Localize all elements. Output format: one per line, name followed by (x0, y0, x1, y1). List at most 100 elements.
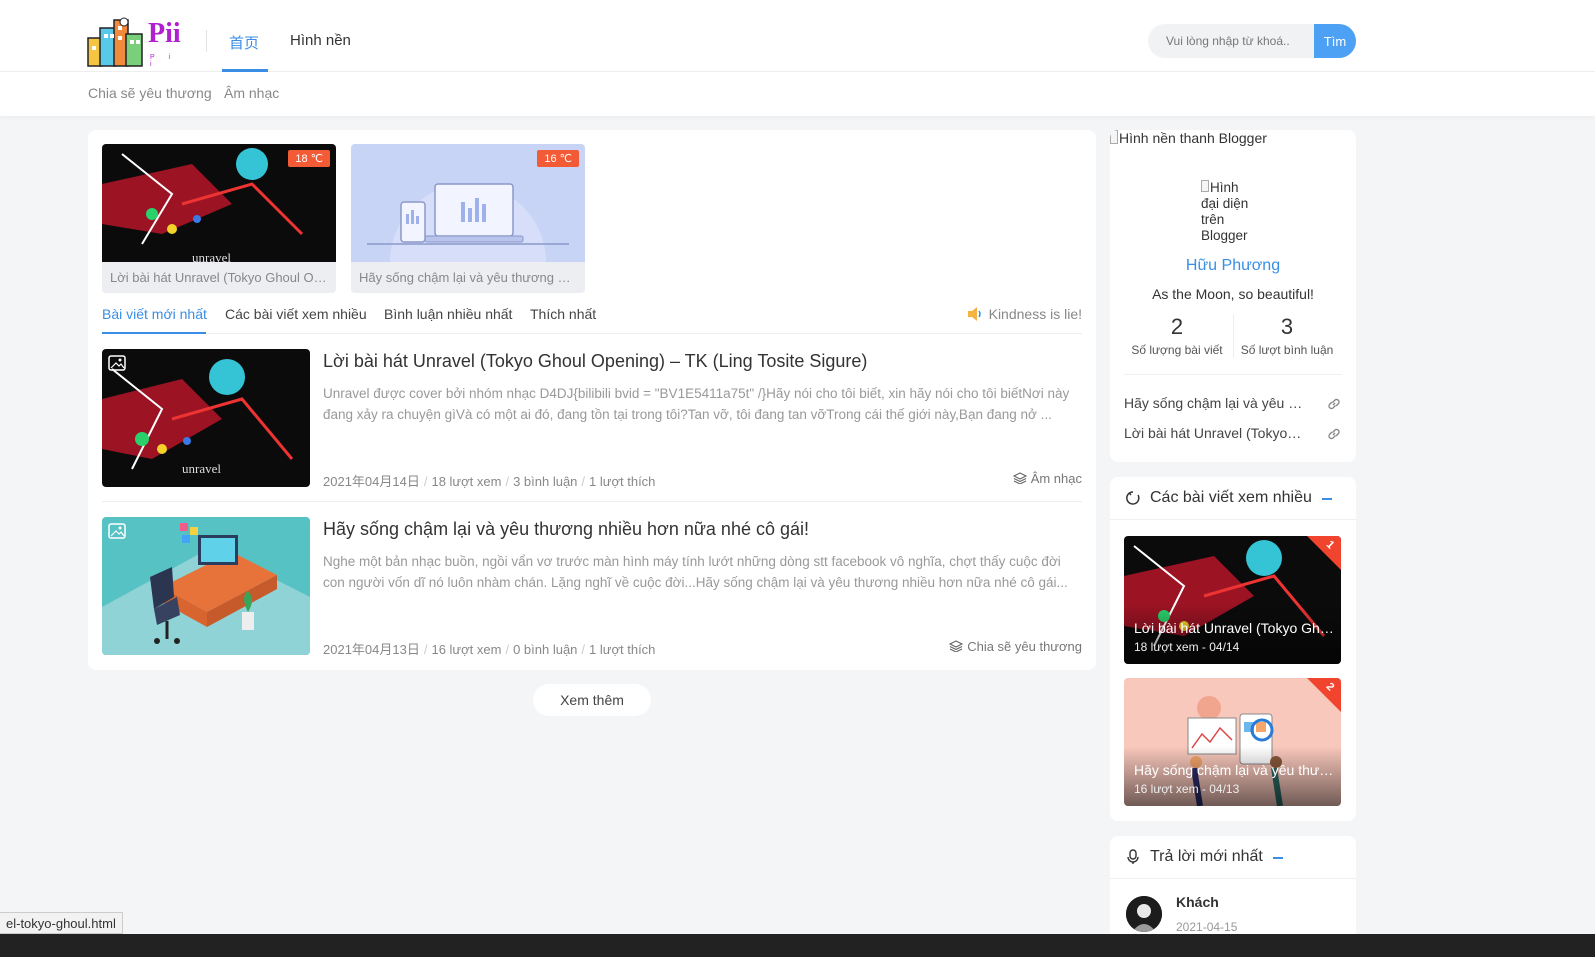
broken-image-icon (1201, 180, 1209, 192)
announcement: Kindness is lie! (967, 306, 1082, 322)
category-share-love[interactable]: Chia sẽ yêu thương (88, 85, 212, 101)
featured-post-2[interactable]: 16 ℃ Hãy sống chậm lại và yêu thương nhi… (351, 144, 585, 293)
stat-posts-value: 2 (1170, 314, 1184, 339)
post-category[interactable]: Chia sẽ yêu thương (949, 639, 1082, 654)
profile-banner-image: Hình nền thanh Blogger (1110, 130, 1267, 146)
layers-icon (949, 640, 964, 652)
featured-caption: Hãy sống chậm lại và yêu thương nhiều hơ… (351, 262, 585, 293)
post-category[interactable]: Âm nhạc (1012, 471, 1082, 486)
taskbar (0, 934, 1595, 957)
stat-comments-value: 3 (1280, 314, 1294, 339)
layers-icon (1012, 472, 1027, 484)
post-thumbnail[interactable]: unravel (102, 349, 310, 487)
stat-posts: 2 Số lượng bài viết (1116, 314, 1238, 357)
post-date: 2021年04月14日 (323, 474, 420, 489)
profile-post-link-text: Lời bài hát Unravel (Tokyo Ghoul Opening… (1124, 425, 1304, 441)
category-music[interactable]: Âm nhạc (224, 85, 279, 101)
author-name[interactable]: Hữu Phương (1110, 257, 1356, 275)
popular-item-title: Lời bài hát Unravel (Tokyo Ghoul Opening… (1134, 620, 1334, 636)
post-title[interactable]: Lời bài hát Unravel (Tokyo Ghoul Opening… (323, 351, 867, 372)
speaker-icon (967, 307, 981, 321)
fire-icon (1126, 491, 1140, 505)
link-icon (1328, 398, 1340, 410)
tab-most-commented[interactable]: Bình luận nhiều nhất (384, 306, 512, 322)
profile-post-link[interactable]: Lời bài hát Unravel (Tokyo Ghoul Opening… (1124, 425, 1342, 444)
site-logo[interactable]: Pii P i i (86, 16, 190, 68)
post-meta: 2021年04月14日/18 lượt xem/3 bình luận/1 lư… (323, 474, 656, 489)
post-excerpt: Unravel được cover bởi nhóm nhạc D4DJ{bi… (323, 386, 1070, 422)
logo-text: Pii (148, 18, 181, 49)
profile-post-link[interactable]: Hãy sống chậm lại và yêu thương nhiều hơ… (1124, 395, 1342, 414)
logo-buildings-icon (87, 17, 143, 67)
replies-title: Trả lời mới nhất (1150, 848, 1263, 865)
stat-comments-label: Số lượt bình luận (1240, 343, 1334, 357)
popular-item-title: Hãy sống chậm lại và yêu thương nhiều hơ… (1134, 762, 1334, 778)
post-separator (102, 501, 1082, 502)
post-meta: 2021年04月13日/16 lượt xem/0 bình luận/1 lư… (323, 642, 656, 657)
search-input[interactable] (1148, 24, 1314, 58)
tab-most-liked[interactable]: Thích nhất (530, 306, 596, 322)
stat-comments: 3 Số lượt bình luận (1226, 314, 1348, 357)
search-box: Tìm (1148, 24, 1356, 58)
svg-text:unravel: unravel (192, 250, 231, 262)
search-button[interactable]: Tìm (1314, 24, 1356, 58)
broken-image-icon (1110, 130, 1118, 144)
featured-caption: Lời bài hát Unravel (Tokyo Ghoul Opening… (102, 262, 336, 293)
popular-item-meta: 18 lượt xem - 04/14 (1134, 640, 1240, 654)
rank-ribbon (1307, 536, 1341, 570)
post-item: Hãy sống chậm lại và yêu thương nhiều hơ… (102, 517, 1082, 657)
header-divider (206, 30, 207, 52)
tab-most-viewed[interactable]: Các bài viết xem nhiều (225, 306, 367, 322)
post-category-label: Chia sẽ yêu thương (967, 639, 1082, 654)
post-thumbnail[interactable] (102, 517, 310, 655)
tab-latest[interactable]: Bài viết mới nhất (102, 306, 207, 322)
logo-subtext: P i i (150, 54, 177, 68)
popular-header: Các bài viết xem nhiều (1110, 477, 1356, 520)
temperature-badge: 16 ℃ (537, 150, 579, 167)
popular-posts-card: Các bài viết xem nhiều 1 Lời bài hát Unr… (1110, 477, 1356, 821)
post-item: unravel Lời bài hát Unravel (Tokyo Ghoul… (102, 349, 1082, 489)
reply-date: 2021-04-15 (1176, 920, 1238, 934)
rank-ribbon (1307, 678, 1341, 712)
profile-avatar[interactable]: Hình đại diện trên Blogger (1201, 180, 1257, 244)
author-profile-card: Hình nền thanh Blogger Hình đại diện trê… (1110, 130, 1356, 462)
reply-author[interactable]: Khách (1176, 894, 1219, 910)
post-likes: 1 lượt thích (589, 474, 656, 489)
featured-post-1[interactable]: unravel 18 ℃ Lời bài hát Unravel (Tokyo … (102, 144, 336, 293)
post-views: 16 lượt xem (431, 642, 502, 657)
category-bar: Chia sẽ yêu thương Âm nhạc (0, 72, 1595, 116)
link-icon (1328, 428, 1340, 440)
thumbnail-unravel: unravel (102, 349, 310, 487)
replies-header: Trả lời mới nhất (1110, 836, 1356, 879)
nav-wallpaper[interactable]: Hình nền (290, 32, 351, 49)
post-title[interactable]: Hãy sống chậm lại và yêu thương nhiều hơ… (323, 519, 809, 540)
reply-avatar[interactable] (1126, 896, 1162, 932)
profile-banner-alt: Hình nền thanh Blogger (1119, 130, 1267, 146)
temperature-badge: 18 ℃ (288, 150, 330, 167)
popular-item[interactable]: 1 Lời bài hát Unravel (Tokyo Ghoul Openi… (1124, 536, 1341, 664)
nav-home[interactable]: 首页 (229, 32, 259, 53)
load-more-button[interactable]: Xem thêm (533, 684, 651, 716)
user-avatar-icon (1126, 896, 1162, 932)
announcement-text: Kindness is lie! (988, 306, 1082, 322)
main-content-card: unravel 18 ℃ Lời bài hát Unravel (Tokyo … (88, 130, 1096, 670)
thumbnail-desk (102, 517, 310, 655)
popular-title-dash (1322, 498, 1332, 500)
browser-status-url: el-tokyo-ghoul.html (0, 912, 123, 934)
popular-item[interactable]: 2 Hãy sống chậm lại và yêu thương nhiều … (1124, 678, 1341, 806)
post-likes: 1 lượt thích (589, 642, 656, 657)
tab-active-indicator (102, 332, 206, 334)
svg-text:unravel: unravel (182, 461, 221, 476)
image-icon (108, 355, 126, 371)
post-views: 18 lượt xem (431, 474, 502, 489)
microphone-icon (1127, 849, 1139, 864)
post-category-label: Âm nhạc (1030, 471, 1082, 486)
popular-title: Các bài viết xem nhiều (1150, 489, 1312, 506)
post-comments: 0 bình luận (513, 642, 578, 657)
post-date: 2021年04月13日 (323, 642, 420, 657)
post-comments: 3 bình luận (513, 474, 578, 489)
latest-replies-card: Trả lời mới nhất Khách 2021-04-15 (1110, 836, 1356, 946)
author-bio: As the Moon, so beautiful! (1152, 286, 1314, 302)
post-excerpt: Nghe một bản nhạc buồn, ngồi vẩn vơ trướ… (323, 554, 1068, 590)
profile-post-link-text: Hãy sống chậm lại và yêu thương nhiều hơ… (1124, 395, 1304, 411)
